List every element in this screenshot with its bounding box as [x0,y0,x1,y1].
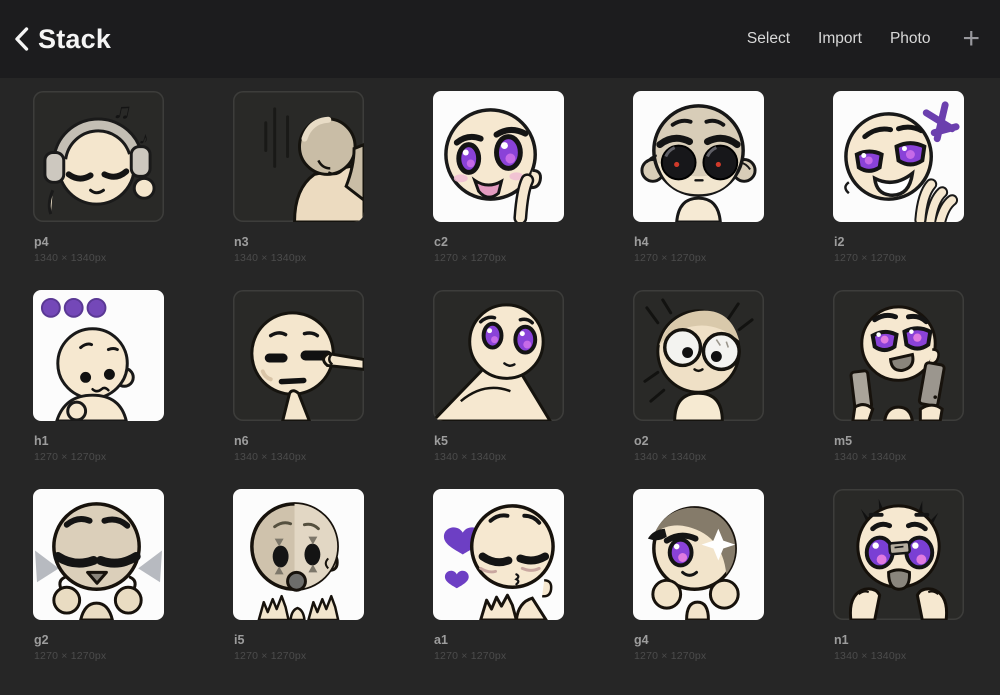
artwork-dimensions: 1340 × 1340px [234,252,307,264]
artwork-name: g4 [634,633,649,647]
artwork-thumbnail[interactable] [33,290,164,421]
artwork-thumbnail[interactable] [633,489,764,620]
photo-button[interactable]: Photo [890,30,931,48]
select-button[interactable]: Select [747,30,790,48]
artwork-grid: ♫ ♪ p4 1340 × 1340px n3 1340 × 1340px c2… [33,91,967,662]
reclining-chibi-illustration [433,303,552,421]
artwork-thumbnail[interactable] [433,91,564,222]
artwork-item-m5[interactable]: m5 1340 × 1340px [833,290,964,463]
artwork-dimensions: 1270 × 1270px [434,650,507,662]
artwork-thumbnail[interactable] [233,91,364,222]
artwork-dimensions: 1270 × 1270px [34,451,107,463]
artwork-item-h4[interactable]: h4 1270 × 1270px [633,91,764,264]
artwork-dimensions: 1270 × 1270px [834,252,907,264]
crying-chibi-illustration [848,498,949,620]
artwork-item-p4[interactable]: ♫ ♪ p4 1340 × 1340px [33,91,164,264]
artwork-name: n3 [234,235,249,249]
artwork-dimensions: 1340 × 1340px [34,252,107,264]
two-phones-chibi-illustration [849,305,946,421]
artwork-item-h1[interactable]: h1 1270 × 1270px [33,290,164,463]
cheering-chibi-illustration [34,502,163,620]
artwork-name: n1 [834,633,849,647]
back-button[interactable]: Stack [14,24,111,55]
artwork-name: h4 [634,235,649,249]
artwork-thumbnail[interactable] [433,489,564,620]
toolbar-actions: Select Import Photo + [747,24,980,54]
artwork-name: n6 [234,434,249,448]
artwork-name: a1 [434,633,448,647]
thinking-dots-chibi-illustration [40,297,135,421]
gallery-content: ♫ ♪ p4 1340 × 1340px n3 1340 × 1340px c2… [0,78,1000,662]
artwork-name: i2 [834,235,845,249]
sparkle-eye-chibi-illustration [647,506,740,620]
headphones-chibi-illustration: ♫ ♪ [43,96,156,215]
artwork-item-i5[interactable]: i5 1270 × 1270px [233,489,364,662]
artwork-thumbnail[interactable] [433,290,564,421]
artwork-dimensions: 1270 × 1270px [634,252,707,264]
artwork-dimensions: 1270 × 1270px [434,252,507,264]
artwork-item-k5[interactable]: k5 1340 × 1340px [433,290,564,463]
artwork-thumbnail[interactable]: ♫ ♪ [33,91,164,222]
top-toolbar: Stack Select Import Photo + [0,0,1000,78]
hearts-chibi-illustration [443,504,555,620]
artwork-dimensions: 1340 × 1340px [834,650,907,662]
artwork-name: g2 [34,633,49,647]
artwork-item-g2[interactable]: g2 1270 × 1270px [33,489,164,662]
artwork-item-n3[interactable]: n3 1340 × 1340px [233,91,364,264]
artwork-thumbnail[interactable] [633,91,764,222]
gallery-screen: { "header": { "title": "Stack", "actions… [0,0,1000,695]
artwork-thumbnail[interactable] [633,290,764,421]
artwork-name: i5 [234,633,245,647]
gloomy-figure-illustration [264,107,364,222]
artwork-dimensions: 1270 × 1270px [634,650,707,662]
tongue-out-chibi-illustration [444,108,542,222]
artwork-thumbnail[interactable] [33,489,164,620]
artwork-item-n1[interactable]: n1 1340 × 1340px [833,489,964,662]
artwork-dimensions: 1340 × 1340px [434,451,507,463]
artwork-thumbnail[interactable] [233,290,364,421]
artwork-name: h1 [34,434,49,448]
artwork-item-i2[interactable]: i2 1270 × 1270px [833,91,964,264]
dark-eyes-chibi-illustration [640,104,757,222]
artwork-thumbnail[interactable] [833,290,964,421]
artwork-name: m5 [834,434,853,448]
artwork-thumbnail[interactable] [233,489,364,620]
chevron-left-icon [15,27,29,51]
artwork-thumbnail[interactable] [833,489,964,620]
artwork-dimensions: 1270 × 1270px [34,650,107,662]
artwork-dimensions: 1340 × 1340px [634,451,707,463]
artwork-dimensions: 1340 × 1340px [234,451,307,463]
add-canvas-button[interactable]: + [962,24,980,54]
artwork-dimensions: 1340 × 1340px [834,451,907,463]
laughing-chibi-illustration [844,101,960,222]
artwork-item-n6[interactable]: n6 1340 × 1340px [233,290,364,463]
artwork-item-c2[interactable]: c2 1270 × 1270px [433,91,564,264]
artwork-thumbnail[interactable] [833,91,964,222]
page-title: Stack [38,23,112,54]
artwork-dimensions: 1270 × 1270px [234,650,307,662]
artwork-item-o2[interactable]: o2 1340 × 1340px [633,290,764,463]
artwork-name: p4 [34,235,49,249]
artwork-name: k5 [434,434,448,448]
artwork-name: o2 [634,434,649,448]
artwork-item-a1[interactable]: a1 1270 × 1270px [433,489,564,662]
startled-chibi-illustration [643,298,754,421]
import-button[interactable]: Import [818,30,862,48]
artwork-name: c2 [434,235,448,249]
clown-face-chibi-illustration [250,502,340,620]
artwork-item-g4[interactable]: g4 1270 × 1270px [633,489,764,662]
cheek-pull-chibi-illustration [250,311,364,421]
